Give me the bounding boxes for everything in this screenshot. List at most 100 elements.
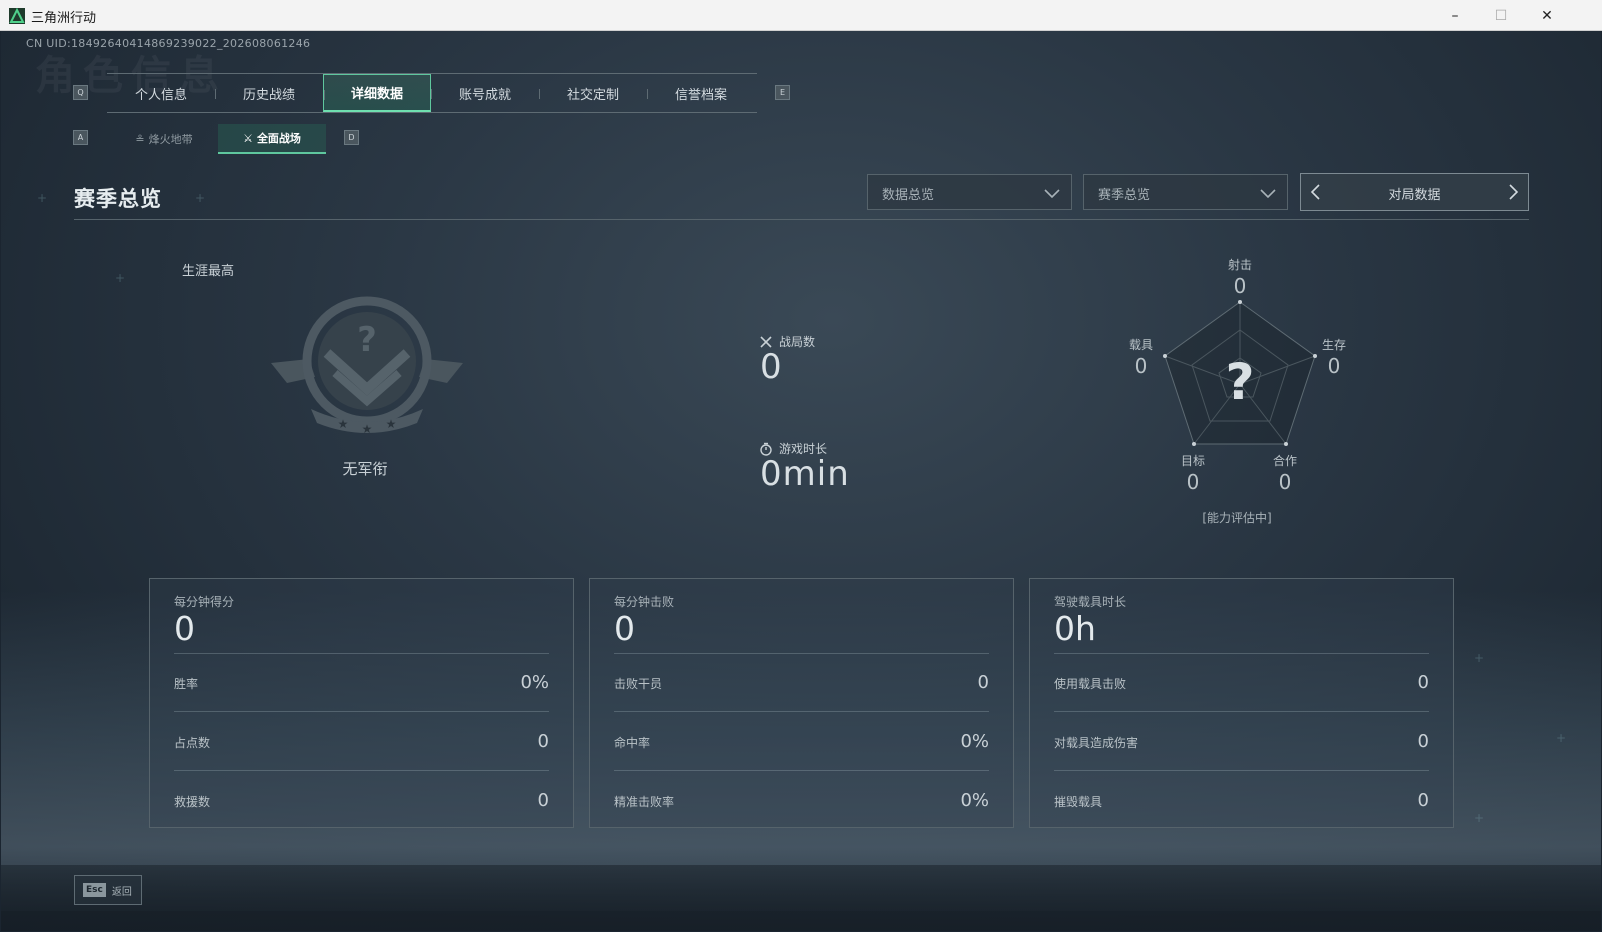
row-value: 0 [1417, 731, 1429, 752]
tab-match-history[interactable]: 历史战绩 [215, 74, 323, 112]
stat-card-kills: 每分钟击败 0 击败干员 0 命中率 0% 精准击败率 0% [589, 578, 1014, 828]
beacon-icon: ≗ [135, 132, 145, 146]
row-value: 0% [520, 672, 549, 693]
card-title: 每分钟击败 [614, 595, 675, 609]
radar-teamwork-value: 0 [1278, 470, 1292, 494]
card-title: 每分钟得分 [174, 595, 235, 609]
stat-card-score: 每分钟得分 0 胜率 0% 占点数 0 救援数 0 [149, 578, 574, 828]
key-hint-e[interactable]: E [775, 85, 790, 100]
row-value: 0 [1417, 672, 1429, 693]
subtab-label: 全面战场 [256, 132, 301, 145]
card-row: 使用载具击败 0 [1054, 672, 1429, 695]
row-value: 0 [1417, 790, 1429, 811]
subtab-full-battlefield[interactable]: ⚔ 全面战场 [218, 124, 326, 154]
svg-text:★: ★ [386, 417, 397, 431]
decor-cross: + [1474, 651, 1485, 665]
svg-text:★: ★ [338, 417, 349, 431]
row-value: 0 [537, 731, 549, 752]
window-titlebar: 三角洲行动 – ☐ ✕ [0, 0, 1602, 31]
row-value: 0% [960, 731, 989, 752]
card-title: 驾驶载具时长 [1054, 595, 1127, 609]
key-hint-q[interactable]: Q [73, 85, 88, 100]
svg-text:?: ? [357, 320, 377, 360]
subtab-label: 烽火地带 [148, 133, 193, 146]
card-row: 胜率 0% [174, 672, 549, 695]
chevron-down-icon [1044, 189, 1060, 199]
card-big-value: 0 [174, 609, 195, 648]
subtab-beacon-zone[interactable]: ≗ 烽火地带 [110, 124, 218, 154]
data-overview-dropdown[interactable]: 数据总览 [867, 174, 1072, 210]
matches-label-text: 战局数 [779, 335, 816, 349]
radar-shooting-label: 射击 [1227, 258, 1252, 272]
window-title: 三角洲行动 [31, 11, 97, 26]
battlefield-icon: ⚔ [243, 131, 253, 145]
card-divider [1054, 653, 1429, 654]
card-row: 精准击败率 0% [614, 790, 989, 813]
matches-value: 0 [760, 347, 783, 387]
close-button[interactable]: ✕ [1524, 0, 1570, 31]
pager-label: 对局数据 [1388, 188, 1441, 203]
card-divider [174, 653, 549, 654]
main-tabbar: 个人信息 历史战绩 详细数据 账号成就 社交定制 信誉档案 [107, 73, 757, 113]
card-row: 对载具造成伤害 0 [1054, 731, 1429, 754]
key-hint-d[interactable]: D [344, 130, 359, 145]
radar-evaluating-note: [能力评估中] [1202, 511, 1272, 525]
card-divider [174, 770, 549, 771]
decor-cross: + [37, 191, 48, 205]
decor-cross: + [115, 271, 126, 285]
section-title: 赛季总览 [74, 187, 162, 211]
tab-social-custom[interactable]: 社交定制 [539, 74, 647, 112]
card-row: 摧毁载具 0 [1054, 790, 1429, 813]
row-label: 胜率 [174, 677, 199, 691]
dropdown-value: 赛季总览 [1098, 188, 1151, 203]
radar-objective-value: 0 [1186, 470, 1200, 494]
card-row: 命中率 0% [614, 731, 989, 754]
footer-bar [1, 865, 1601, 931]
match-data-pager: 对局数据 [1300, 173, 1529, 211]
tab-credit-record[interactable]: 信誉档案 [647, 74, 755, 112]
maximize-button[interactable]: ☐ [1478, 0, 1524, 31]
tab-personal-info[interactable]: 个人信息 [107, 74, 215, 112]
chevron-right-icon[interactable] [1504, 183, 1522, 201]
playtime-value: 0min [760, 454, 850, 494]
row-value: 0% [960, 790, 989, 811]
card-divider [614, 770, 989, 771]
back-button[interactable]: Esc 返回 [74, 875, 142, 905]
card-row: 击败干员 0 [614, 672, 989, 695]
card-divider [174, 711, 549, 712]
rank-name: 无军衔 [342, 460, 388, 478]
minimize-button[interactable]: – [1432, 0, 1478, 31]
season-overview-dropdown[interactable]: 赛季总览 [1083, 174, 1288, 210]
card-divider [614, 653, 989, 654]
tab-detailed-data[interactable]: 详细数据 [323, 74, 431, 112]
chevron-down-icon [1260, 189, 1276, 199]
row-label: 摧毁载具 [1054, 795, 1103, 809]
decor-cross: + [195, 191, 206, 205]
player-uid: CN UID:18492640414869239022_202608061246 [26, 37, 311, 50]
card-row: 救援数 0 [174, 790, 549, 813]
dropdown-value: 数据总览 [882, 188, 935, 203]
card-divider [1054, 770, 1429, 771]
tab-achievements[interactable]: 账号成就 [431, 74, 539, 112]
app-logo-icon [9, 8, 25, 24]
card-divider [614, 711, 989, 712]
svg-text:★: ★ [362, 422, 373, 436]
row-label: 精准击败率 [614, 795, 675, 809]
key-hint-a[interactable]: A [73, 130, 88, 145]
decor-cross: + [1474, 811, 1485, 825]
stat-card-vehicle: 驾驶载具时长 0h 使用载具击败 0 对载具造成伤害 0 摧毁载具 0 [1029, 578, 1454, 828]
card-row: 占点数 0 [174, 731, 549, 754]
decor-cross: + [1556, 731, 1567, 745]
row-label: 救援数 [174, 795, 211, 809]
row-label: 占点数 [174, 736, 211, 750]
esc-key-hint: Esc [83, 883, 106, 897]
rank-emblem-icon: ? ★ ★ ★ [271, 296, 463, 436]
radar-objective-label: 目标 [1180, 454, 1205, 468]
radar-unknown-mark: ? [1225, 353, 1255, 411]
back-label: 返回 [111, 886, 132, 898]
row-label: 击败干员 [614, 677, 663, 691]
row-label: 对载具造成伤害 [1054, 736, 1139, 750]
row-value: 0 [977, 672, 989, 693]
card-divider [1054, 711, 1429, 712]
game-viewport: 角色信息 + + + + + + CN UID:1849264041486923… [1, 31, 1601, 931]
